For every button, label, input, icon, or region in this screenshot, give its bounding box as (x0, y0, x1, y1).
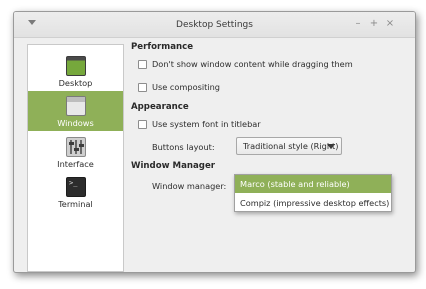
settings-window: Desktop Settings – + × Desktop Windows I… (13, 11, 416, 273)
compositing-label: Use compositing (152, 82, 221, 92)
maximize-button[interactable]: + (368, 18, 380, 30)
titlebar[interactable]: Desktop Settings – + × (14, 12, 415, 38)
performance-heading: Performance (131, 42, 194, 52)
sidebar-item-terminal[interactable]: >_ Terminal (28, 172, 123, 212)
system-font-label: Use system font in titlebar (152, 119, 261, 129)
window-manager-dropdown-list[interactable]: Marco (stable and reliable) Compiz (impr… (234, 174, 392, 212)
chevron-down-icon (327, 144, 335, 149)
sidebar-item-label: Windows (57, 118, 94, 128)
minimize-button[interactable]: – (352, 18, 364, 30)
no-drag-content-checkbox[interactable] (138, 60, 147, 69)
terminal-icon: >_ (66, 177, 86, 197)
window-manager-option-compiz[interactable]: Compiz (impressive desktop effects) (235, 194, 391, 212)
window-manager-heading: Window Manager (131, 161, 216, 171)
sidebar-item-label: Terminal (58, 199, 93, 209)
window-icon (66, 96, 86, 116)
buttons-layout-select[interactable]: Traditional style (Right) (236, 137, 342, 155)
sliders-icon (66, 137, 86, 157)
sidebar-item-desktop[interactable]: Desktop (28, 51, 123, 91)
buttons-layout-value: Traditional style (Right) (243, 141, 339, 151)
no-drag-content-label: Don't show window content while dragging… (152, 59, 353, 69)
desktop-icon (66, 56, 86, 76)
sidebar-item-windows[interactable]: Windows (28, 91, 123, 131)
terminal-prompt: >_ (69, 179, 78, 187)
sidebar-item-interface[interactable]: Interface (28, 132, 123, 172)
sidebar-item-label: Desktop (58, 78, 93, 88)
window-manager-option-marco[interactable]: Marco (stable and reliable) (235, 175, 391, 193)
buttons-layout-label: Buttons layout: (152, 142, 215, 152)
close-button[interactable]: × (384, 18, 396, 30)
window-manager-label: Window manager: (152, 181, 227, 191)
system-font-checkbox[interactable] (138, 120, 147, 129)
sidebar: Desktop Windows Interface >_ Terminal (27, 44, 124, 272)
sidebar-item-label: Interface (57, 159, 94, 169)
compositing-checkbox[interactable] (138, 83, 147, 92)
appearance-heading: Appearance (131, 102, 189, 112)
